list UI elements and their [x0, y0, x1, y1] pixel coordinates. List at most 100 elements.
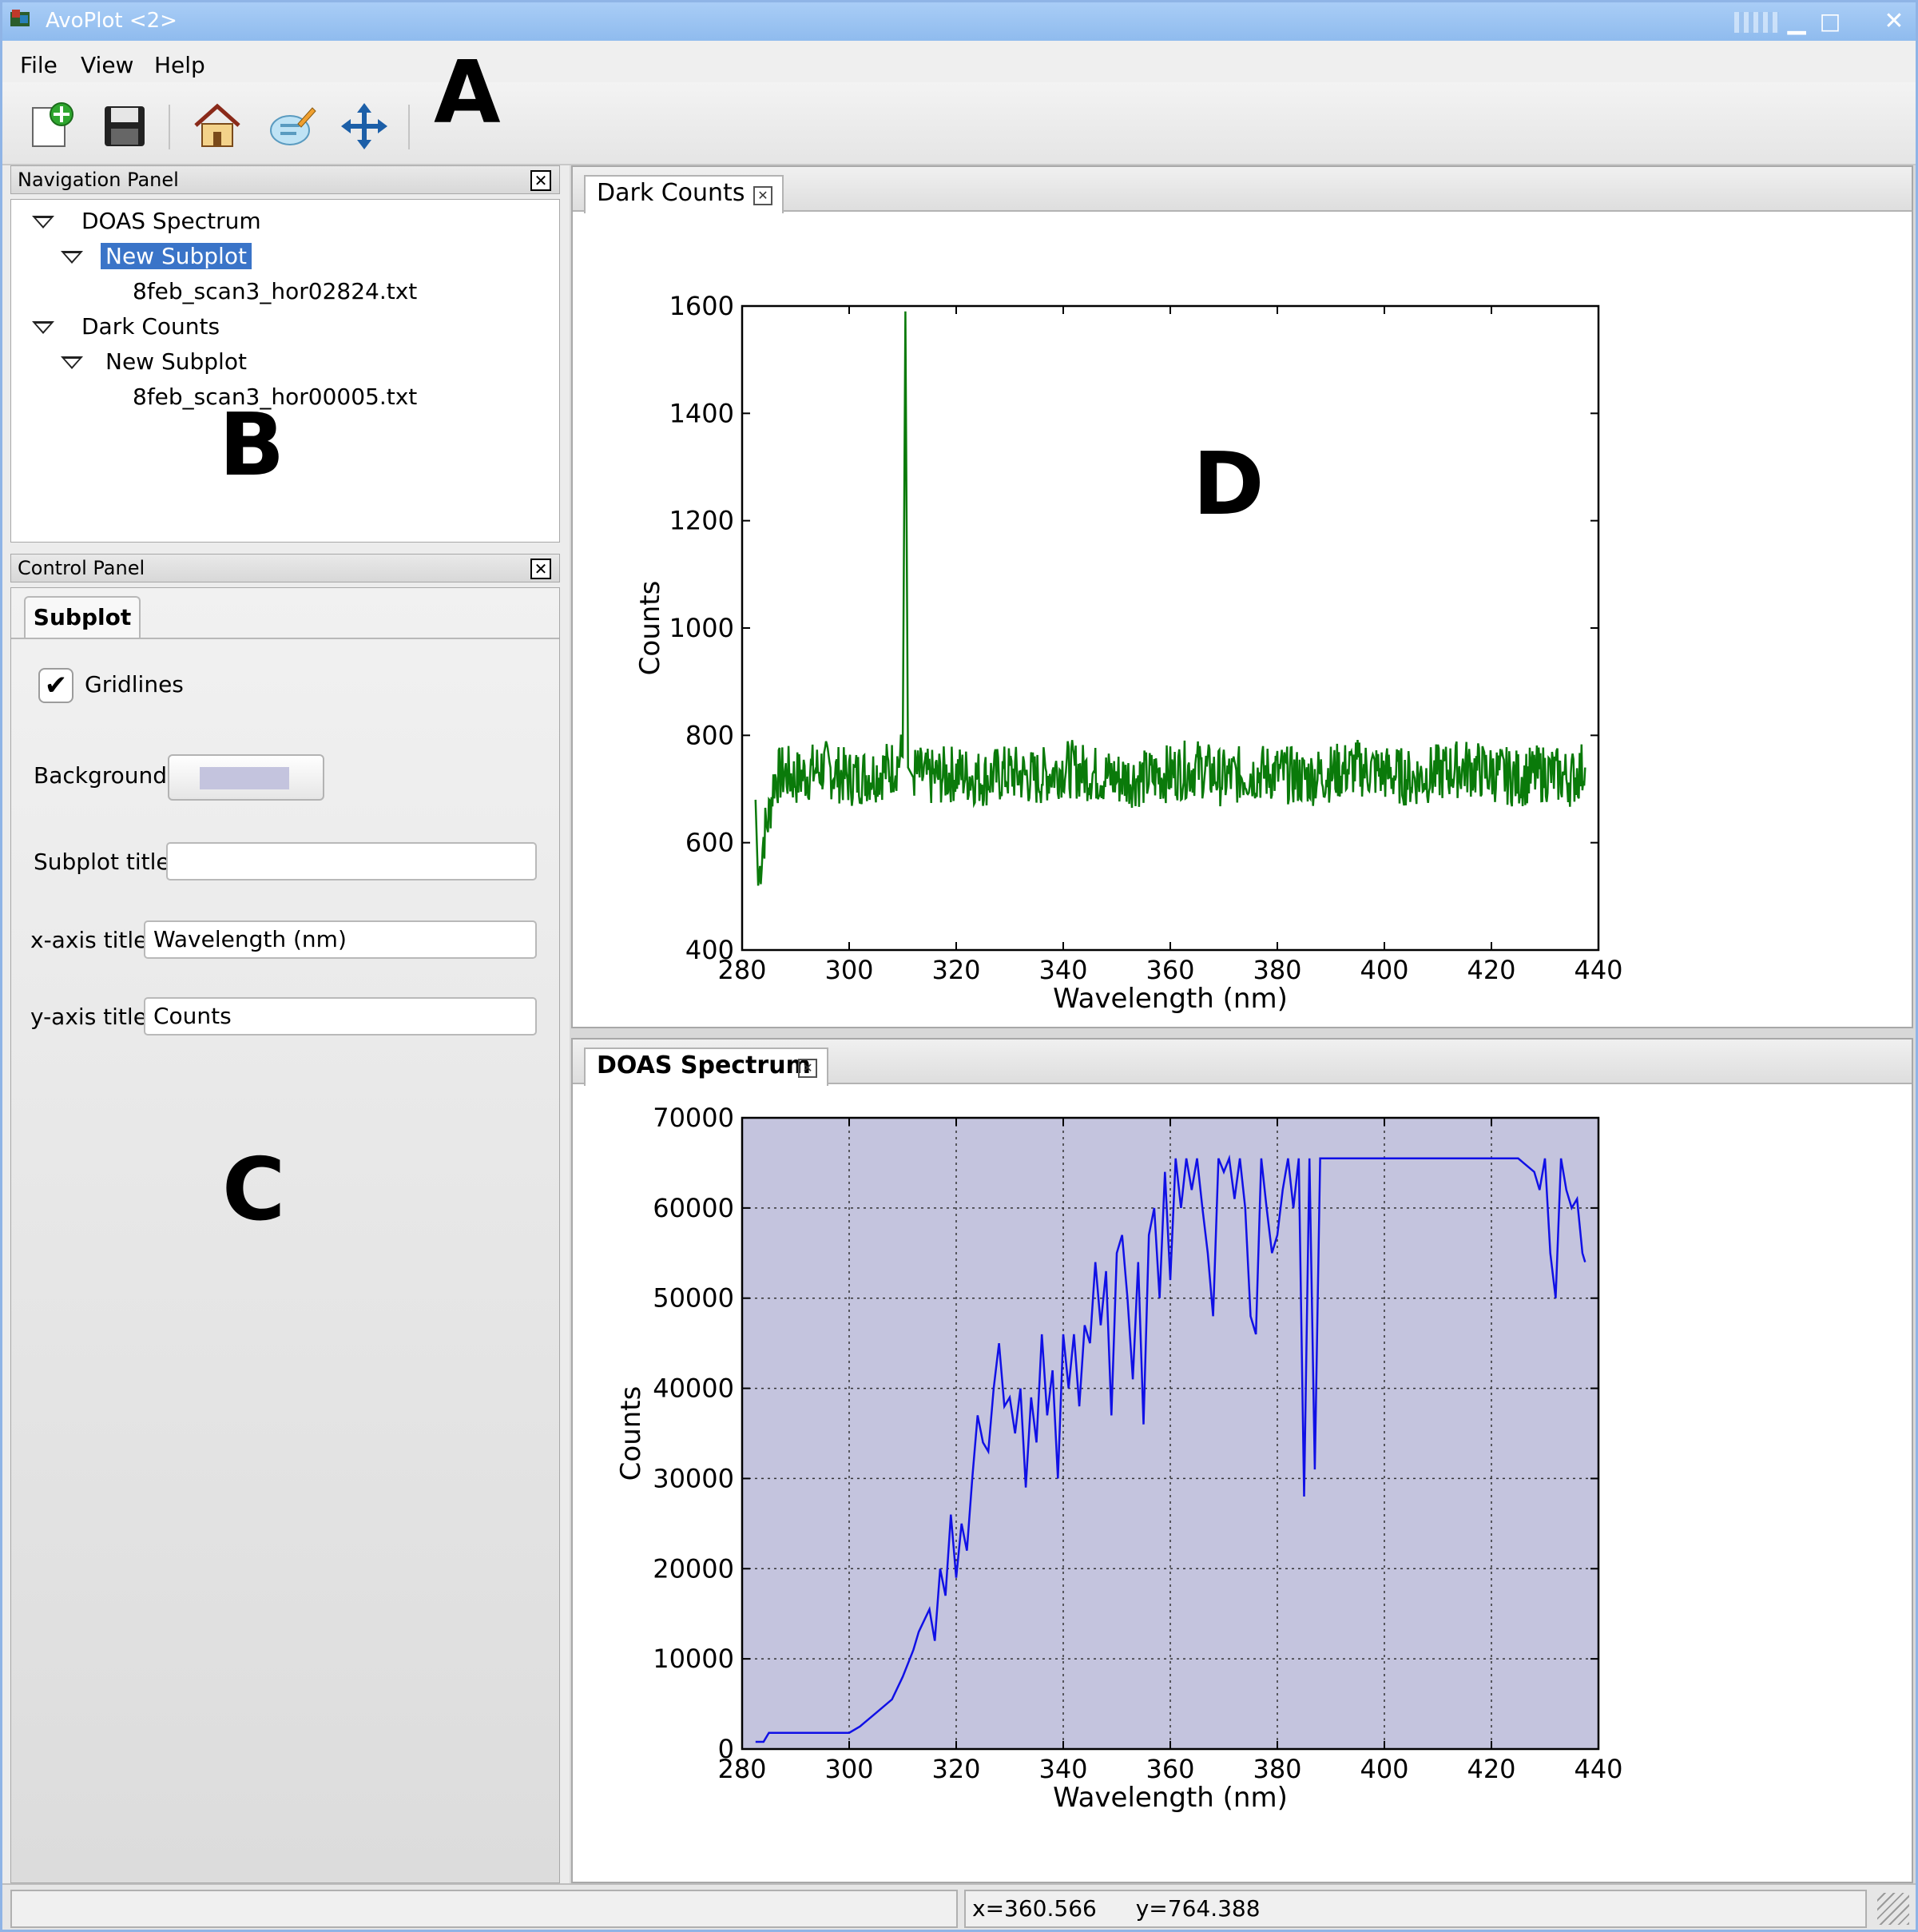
y-tick-label: 50000	[653, 1283, 734, 1314]
close-panel-icon[interactable]: ✕	[530, 170, 551, 191]
xaxis-title-label: x-axis title:	[30, 927, 155, 953]
tab-label: Dark Counts	[597, 179, 745, 207]
y-tick-label: 70000	[653, 1103, 734, 1133]
tab-doas-spectrum[interactable]: DOAS Spectrum ✕	[584, 1047, 828, 1086]
home-icon[interactable]	[191, 100, 244, 153]
x-tick-label: 300	[824, 1754, 873, 1784]
save-icon[interactable]	[98, 100, 151, 153]
x-tick-label: 400	[1360, 955, 1408, 985]
collapse-triangle-icon[interactable]	[61, 251, 83, 264]
cursor-x: x=360.566	[972, 1895, 1097, 1922]
yaxis-title-label: y-axis title:	[30, 1004, 155, 1030]
x-tick-label: 360	[1146, 1754, 1194, 1784]
x-tick-label: 420	[1467, 955, 1515, 985]
tree-item-doas-spectrum[interactable]: DOAS Spectrum	[21, 206, 261, 237]
y-axis-label: Counts	[634, 581, 666, 676]
y-tick-label: 0	[718, 1734, 734, 1764]
menu-help[interactable]: Help	[154, 52, 205, 78]
close-panel-icon[interactable]: ✕	[530, 559, 551, 579]
annotation-letter-d: D	[1193, 435, 1265, 535]
x-tick-label: 340	[1038, 955, 1087, 985]
toolbar	[2, 82, 1916, 165]
yaxis-title-input[interactable]: Counts	[144, 997, 537, 1036]
tab-divider	[11, 638, 559, 639]
y-tick-label: 20000	[653, 1553, 734, 1584]
cursor-y: y=764.388	[1135, 1895, 1261, 1922]
annotation-letter-c: C	[222, 1140, 286, 1240]
xaxis-title-input[interactable]: Wavelength (nm)	[144, 920, 537, 959]
menu-file[interactable]: File	[20, 52, 58, 78]
navigation-panel-header: Navigation Panel ✕	[10, 165, 560, 194]
y-tick-label: 1200	[669, 506, 734, 536]
x-tick-label: 340	[1038, 1754, 1087, 1784]
x-tick-label: 300	[824, 955, 873, 985]
move-icon[interactable]	[338, 100, 391, 153]
tab-label: DOAS Spectrum	[597, 1051, 811, 1079]
toolbar-separator	[408, 105, 410, 149]
x-axis-label: Wavelength (nm)	[1053, 983, 1288, 1015]
close-tab-icon[interactable]: ✕	[753, 186, 772, 205]
new-plot-icon[interactable]	[26, 100, 79, 153]
x-tick-label: 440	[1574, 955, 1622, 985]
x-tick-label: 420	[1467, 1754, 1515, 1784]
y-tick-label: 10000	[653, 1644, 734, 1674]
doas-spectrum-chart[interactable]: 280 300 320 340 360 380 400 420 4400100002000030…	[573, 1086, 1912, 1885]
navigation-tree: DOAS Spectrum New Subplot 8feb_scan3_hor…	[10, 199, 560, 543]
window-title: AvoPlot <2>	[46, 9, 177, 33]
document-area: Dark Counts ✕ 280 300 320 340 360 380 400 420 44…	[570, 165, 1916, 1883]
doas-spectrum-document: DOAS Spectrum ✕ 280 300 320 340 360 380 400 420…	[571, 1038, 1913, 1883]
y-tick-label: 30000	[653, 1463, 734, 1493]
tree-item-dark-counts[interactable]: Dark Counts	[21, 312, 220, 342]
resize-grip-icon[interactable]	[1877, 1893, 1909, 1925]
background-color-button[interactable]	[168, 754, 324, 801]
subplot-title-input[interactable]	[166, 842, 537, 881]
maximize-button[interactable]: □	[1816, 7, 1845, 36]
tree-item-label: New Subplot	[105, 348, 247, 375]
collapse-triangle-icon[interactable]	[32, 216, 54, 229]
tree-item-file-02824[interactable]: 8feb_scan3_hor02824.txt	[133, 276, 417, 307]
tree-item-new-subplot-1[interactable]: New Subplot	[50, 241, 252, 272]
y-tick-label: 60000	[653, 1193, 734, 1223]
tree-item-label: DOAS Spectrum	[81, 208, 261, 234]
tree-item-label: 8feb_scan3_hor02824.txt	[133, 278, 418, 304]
status-bar: x=360.566 y=764.388	[2, 1883, 1916, 1930]
subplot-title-label: Subplot title:	[34, 849, 178, 875]
collapse-triangle-icon[interactable]	[61, 356, 83, 369]
y-tick-label: 600	[685, 828, 734, 858]
title-bar: AvoPlot <2> ▁ □ ✕	[2, 2, 1916, 41]
x-tick-label: 360	[1146, 955, 1194, 985]
close-tab-icon[interactable]: ✕	[798, 1059, 817, 1078]
edit-icon[interactable]	[266, 100, 319, 153]
annotation-letter-b: B	[219, 396, 285, 495]
toolbar-separator	[169, 105, 170, 149]
tab-dark-counts[interactable]: Dark Counts ✕	[584, 175, 784, 213]
gridlines-label: Gridlines	[85, 671, 184, 698]
dark-counts-chart[interactable]: 280 300 320 340 360 380 400 420 4404006008001000…	[573, 213, 1912, 1028]
y-tick-label: 40000	[653, 1373, 734, 1404]
close-window-button[interactable]: ✕	[1880, 7, 1908, 36]
app-window: AvoPlot <2> ▁ □ ✕ File View Help A Navig…	[0, 0, 1918, 1932]
y-tick-label: 400	[685, 935, 734, 965]
minimize-button[interactable]: ▁	[1782, 7, 1811, 36]
collapse-triangle-icon[interactable]	[32, 321, 54, 334]
x-axis-label: Wavelength (nm)	[1053, 1782, 1288, 1814]
title-decoration	[1734, 12, 1779, 33]
background-label: Background	[34, 762, 168, 789]
x-tick-label: 440	[1574, 1754, 1622, 1784]
y-tick-label: 800	[685, 720, 734, 750]
document-tabstrip: DOAS Spectrum ✕	[573, 1040, 1912, 1086]
color-swatch	[200, 767, 289, 789]
menu-view[interactable]: View	[81, 52, 133, 78]
tree-item-label: Dark Counts	[81, 313, 220, 340]
x-tick-label: 320	[931, 1754, 980, 1784]
tab-subplot[interactable]: Subplot	[24, 596, 141, 639]
y-tick-label: 1000	[669, 613, 734, 643]
menu-bar: File View Help	[2, 41, 1916, 82]
y-tick-label: 1400	[669, 398, 734, 428]
control-panel-title: Control Panel	[18, 557, 145, 579]
cursor-coordinates: x=360.566 y=764.388	[964, 1890, 1867, 1928]
gridlines-checkbox[interactable]: ✔	[38, 668, 73, 703]
tree-item-label: New Subplot	[101, 243, 252, 269]
annotation-letter-a: A	[434, 43, 501, 143]
tree-item-new-subplot-2[interactable]: New Subplot	[50, 347, 247, 377]
